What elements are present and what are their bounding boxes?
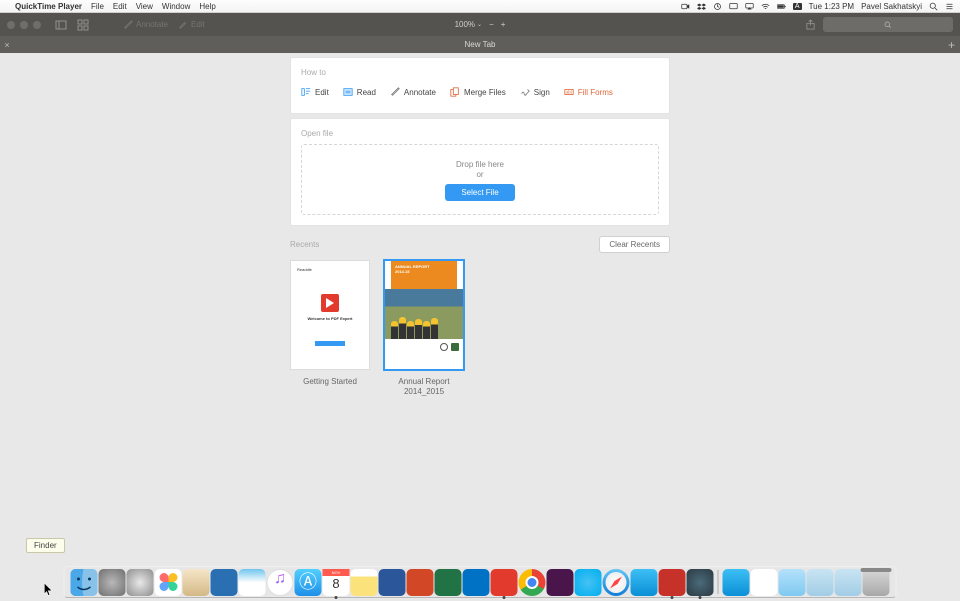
keyboard-icon[interactable]: A: [793, 3, 802, 10]
zoom-control[interactable]: 100% ⌄: [455, 20, 483, 29]
drop-text: Drop file here: [456, 160, 504, 169]
howto-tab-merge[interactable]: Merge Files: [450, 83, 506, 101]
dock-finder[interactable]: [71, 569, 98, 596]
share-icon[interactable]: [805, 19, 816, 30]
dock-trash[interactable]: [863, 569, 890, 596]
form-icon: ab|: [564, 87, 574, 97]
sign-icon: [520, 87, 530, 97]
menubar: QuickTime Player File Edit View Window H…: [0, 0, 960, 13]
recent-item-getting-started[interactable]: Readdle Welcome to PDF Expert Getting St…: [290, 260, 370, 396]
openfile-card: Open file Drop file here or Select File: [290, 118, 670, 226]
menu-view[interactable]: View: [136, 2, 153, 11]
dock-spark2[interactable]: [723, 569, 750, 596]
howto-tabs: Edit Read Annotate Merge Files Sign: [291, 83, 669, 101]
dock-trello[interactable]: [211, 569, 238, 596]
dock-powerpoint[interactable]: [407, 569, 434, 596]
menu-file[interactable]: File: [91, 2, 104, 11]
edit-tool[interactable]: Edit: [178, 20, 205, 30]
dock-contacts[interactable]: [183, 569, 210, 596]
app-window: Annotate Edit 100% ⌄ − + × New Tab +: [0, 13, 960, 550]
read-icon: [343, 87, 353, 97]
dock: ♫ⒶNOV8: [64, 566, 897, 598]
recent-label: Getting Started: [303, 377, 357, 387]
airplay-icon[interactable]: [745, 2, 754, 11]
tab-close[interactable]: ×: [0, 36, 14, 53]
video-icon[interactable]: [681, 2, 690, 11]
dock-slack[interactable]: [547, 569, 574, 596]
howto-card: How to Edit Read Annotate Merge Files: [290, 57, 670, 114]
clear-recents-button[interactable]: Clear Recents: [599, 236, 670, 253]
tab-title[interactable]: New Tab: [465, 40, 496, 49]
dock-skype-file[interactable]: [751, 569, 778, 596]
howto-tab-sign[interactable]: Sign: [520, 83, 550, 101]
dock-pdf[interactable]: [659, 569, 686, 596]
grid-icon[interactable]: [77, 19, 89, 31]
drop-or: or: [476, 170, 483, 179]
menu-help[interactable]: Help: [199, 2, 215, 11]
menubar-right: A Tue 1:23 PM Pavel Sakhatskyi: [681, 2, 954, 11]
battery-icon[interactable]: [777, 2, 786, 11]
dock-word[interactable]: [379, 569, 406, 596]
search-input[interactable]: [823, 17, 953, 32]
howto-tab-read[interactable]: Read: [343, 83, 376, 101]
zoom-in[interactable]: +: [501, 20, 506, 29]
pen-icon: [390, 87, 400, 97]
openfile-section-title: Open file: [301, 129, 659, 138]
dock-safari[interactable]: [603, 569, 630, 596]
spotlight-icon[interactable]: [929, 2, 938, 11]
svg-text:ab|: ab|: [566, 90, 572, 95]
menu-edit[interactable]: Edit: [113, 2, 127, 11]
recents-title: Recents: [290, 240, 319, 249]
display-icon[interactable]: [729, 2, 738, 11]
dock-chrome[interactable]: [519, 569, 546, 596]
dock-skype[interactable]: [575, 569, 602, 596]
dock-appstore[interactable]: Ⓐ: [295, 569, 322, 596]
dock-folder[interactable]: [779, 569, 806, 596]
dock-photos[interactable]: [155, 569, 182, 596]
select-file-button[interactable]: Select File: [445, 184, 514, 201]
dock-itunes[interactable]: ♫: [267, 569, 294, 596]
dock-calendar[interactable]: NOV8: [323, 569, 350, 596]
annotate-tool[interactable]: Annotate: [123, 20, 168, 30]
dock-notes[interactable]: [351, 569, 378, 596]
howto-section-title: How to: [291, 68, 669, 83]
tabstrip: × New Tab +: [0, 36, 960, 53]
sidebar-toggle-icon[interactable]: [55, 19, 67, 31]
dropbox-icon[interactable]: [697, 2, 706, 11]
sync-icon[interactable]: [713, 2, 722, 11]
content-area: How to Edit Read Annotate Merge Files: [0, 53, 960, 550]
recent-label: Annual Report 2014_2015: [384, 377, 464, 396]
dock-preview[interactable]: [239, 569, 266, 596]
window-controls[interactable]: [7, 21, 41, 29]
app-name[interactable]: QuickTime Player: [15, 2, 82, 11]
dock-excel[interactable]: [435, 569, 462, 596]
howto-tab-annotate[interactable]: Annotate: [390, 83, 436, 101]
dock-pdfexpert[interactable]: [491, 569, 518, 596]
dock-outlook[interactable]: [463, 569, 490, 596]
clock[interactable]: Tue 1:23 PM: [809, 2, 855, 11]
dock-spark[interactable]: [631, 569, 658, 596]
pdfexpert-logo-icon: [321, 294, 339, 312]
cursor-icon: [44, 583, 54, 597]
zoom-out[interactable]: −: [489, 20, 494, 29]
dock-desktop2[interactable]: [835, 569, 862, 596]
recents-section: Recents Clear Recents Readdle Welcome to…: [290, 236, 670, 396]
menu-window[interactable]: Window: [162, 2, 190, 11]
edit-text-icon: [301, 87, 311, 97]
dock-quicktime[interactable]: [687, 569, 714, 596]
notification-icon[interactable]: [945, 2, 954, 11]
dock-launchpad[interactable]: [127, 569, 154, 596]
dock-tooltip: Finder: [26, 538, 65, 553]
tab-add[interactable]: +: [948, 39, 955, 51]
recent-item-annual-report[interactable]: ANNUAL REPORT 2014.15 Annual Report 2014…: [384, 260, 464, 396]
howto-tab-edit[interactable]: Edit: [301, 83, 329, 101]
howto-tab-fillforms[interactable]: ab| Fill Forms: [564, 83, 613, 101]
dock-settings[interactable]: [99, 569, 126, 596]
merge-icon: [450, 87, 460, 97]
user-name[interactable]: Pavel Sakhatskyi: [861, 2, 922, 11]
wifi-icon[interactable]: [761, 2, 770, 11]
dock-desktop1[interactable]: [807, 569, 834, 596]
titlebar: Annotate Edit 100% ⌄ − +: [0, 13, 960, 36]
drop-zone[interactable]: Drop file here or Select File: [301, 144, 659, 215]
